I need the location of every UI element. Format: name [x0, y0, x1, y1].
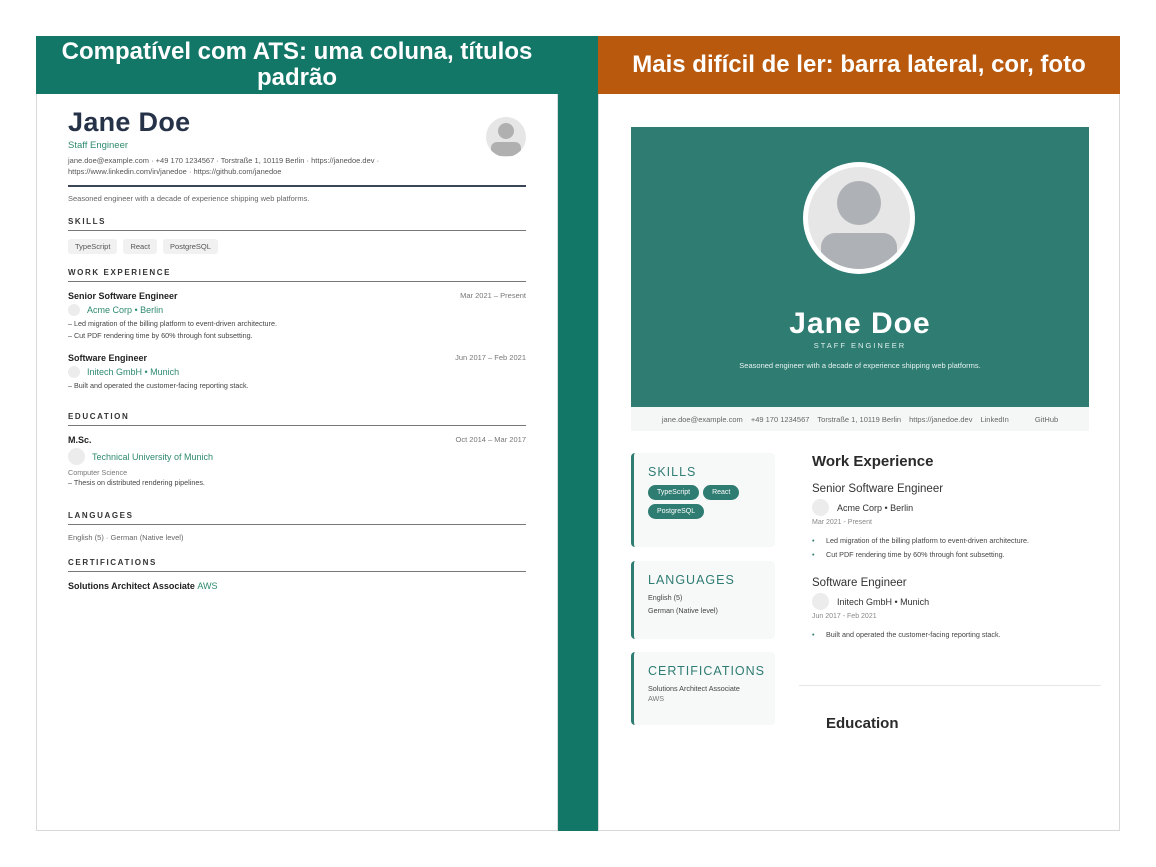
- job-title: Software Engineer: [812, 577, 907, 589]
- job-date: Jun 2017 - Feb 2021: [812, 613, 877, 620]
- contact-phone: +49 170 1234567: [750, 414, 810, 424]
- job-bullets: Led migration of the billing platform to…: [812, 536, 1102, 559]
- company-logo-icon: [812, 499, 829, 516]
- skills-pills: TypeScript React PostgreSQL: [648, 485, 761, 519]
- styled-panel-heading: Mais difícil de ler: barra lateral, cor,…: [598, 36, 1120, 94]
- panel-divider: [558, 36, 598, 831]
- section-title-skills: SKILLS: [68, 217, 526, 231]
- education-title: Education: [826, 715, 899, 732]
- education-bullet: – Thesis on distributed rendering pipeli…: [68, 478, 205, 487]
- hero-summary: Seasoned engineer with a decade of exper…: [739, 361, 981, 370]
- job-bullet: Led migration of the billing platform to…: [812, 536, 1102, 545]
- job-title: Senior Software Engineer: [812, 483, 944, 495]
- job-entry: Software Engineer Jun 2017 – Feb 2021 In…: [68, 353, 526, 390]
- job-bullets: Built and operated the customer-facing r…: [812, 630, 1102, 639]
- company-logo-icon: [68, 366, 80, 378]
- company-name: Acme Corp • Berlin: [837, 502, 914, 513]
- job-date: Jun 2017 – Feb 2021: [455, 353, 526, 362]
- contact-line-2: https://www.linkedin.com/in/janedoe · ht…: [68, 167, 282, 176]
- company-name: Initech GmbH • Munich: [87, 367, 180, 377]
- education-date: Oct 2014 – Mar 2017: [455, 435, 526, 444]
- job-entry: Software Engineer Initech GmbH • Munich …: [812, 577, 1102, 639]
- profile-photo-icon: [803, 162, 915, 274]
- job-company: Initech GmbH • Munich: [68, 366, 526, 378]
- contact-address: Torstraße 1, 10119 Berlin: [817, 414, 902, 424]
- job-bullet: Cut PDF rendering time by 60% through fo…: [812, 550, 1102, 559]
- work-experience-column: Work Experience Senior Software Engineer…: [812, 453, 1102, 639]
- job-date: Mar 2021 – Present: [460, 291, 526, 300]
- certification-name: Solutions Architect Associate: [68, 581, 195, 591]
- company-logo-icon: [68, 304, 80, 316]
- job-bullet: – Cut PDF rendering time by 60% through …: [68, 331, 253, 340]
- certification-entry: Solutions Architect Associate AWS: [68, 581, 526, 591]
- styled-resume-panel: Mais difícil de ler: barra lateral, cor,…: [598, 36, 1120, 831]
- education-field: Computer Science: [68, 468, 128, 477]
- avatar-placeholder-icon: [486, 117, 526, 157]
- resume-contact: jane.doe@example.com · +49 170 1234567 ·…: [68, 155, 428, 177]
- education-entry: M.Sc. Oct 2014 – Mar 2017 Technical Univ…: [68, 435, 526, 487]
- job-company: Acme Corp • Berlin: [68, 304, 526, 316]
- skills-list: TypeScript React PostgreSQL: [68, 239, 526, 254]
- job-bullet: – Led migration of the billing platform …: [68, 319, 277, 328]
- job-bullet: Built and operated the customer-facing r…: [812, 630, 1102, 639]
- hero-name: Jane Doe: [789, 307, 931, 340]
- ats-panel-heading: Compatível com ATS: uma coluna, títulos …: [36, 36, 558, 94]
- hero-role: STAFF ENGINEER: [813, 341, 907, 350]
- skills-card: SKILLS TypeScript React PostgreSQL: [631, 453, 775, 547]
- resume-role: Staff Engineer: [68, 140, 129, 151]
- job-bullet: – Built and operated the customer-facing…: [68, 381, 249, 390]
- skill-pill: PostgreSQL: [648, 504, 705, 519]
- company-logo-icon: [812, 593, 829, 610]
- skill-chip: React: [123, 239, 158, 254]
- resume-summary: Seasoned engineer with a decade of exper…: [68, 194, 310, 203]
- skill-chip: PostgreSQL: [163, 239, 218, 254]
- certification-issuer: AWS: [197, 581, 218, 591]
- resume-name: Jane Doe: [68, 107, 191, 137]
- ats-resume: Jane Doe Staff Engineer jane.doe@example…: [68, 107, 526, 591]
- certifications-card-title: CERTIFICATIONS: [648, 664, 766, 678]
- skill-pill: TypeScript: [648, 485, 700, 500]
- education-divider: [799, 685, 1101, 686]
- contact-github: GitHub: [1034, 414, 1059, 424]
- job-company: Initech GmbH • Munich: [812, 593, 1102, 610]
- ats-resume-panel: Compatível com ATS: uma coluna, títulos …: [36, 36, 558, 831]
- language-item: English (5): [648, 593, 683, 602]
- job-entry: Senior Software Engineer Mar 2021 – Pres…: [68, 291, 526, 340]
- languages-list: English (5) · German (Native level): [68, 533, 184, 542]
- company-name: Acme Corp • Berlin: [87, 305, 164, 315]
- certifications-card: CERTIFICATIONS Solutions Architect Assoc…: [631, 652, 775, 725]
- contact-email: jane.doe@example.com: [661, 414, 743, 424]
- job-entry: Senior Software Engineer Acme Corp • Ber…: [812, 483, 1102, 559]
- contact-bar: jane.doe@example.com +49 170 1234567 Tor…: [631, 407, 1089, 431]
- languages-card-title: LANGUAGES: [648, 573, 735, 587]
- education-school: Technical University of Munich: [68, 448, 526, 465]
- section-title-work: WORK EXPERIENCE: [68, 268, 526, 282]
- resume-hero: Jane Doe STAFF ENGINEER Seasoned enginee…: [631, 127, 1089, 407]
- languages-card: LANGUAGES English (5) German (Native lev…: [631, 561, 775, 639]
- school-name: Technical University of Munich: [92, 451, 214, 462]
- job-title: Senior Software Engineer: [68, 291, 178, 301]
- skill-pill: React: [703, 485, 740, 500]
- company-name: Initech GmbH • Munich: [837, 596, 930, 607]
- skill-chip: TypeScript: [68, 239, 118, 254]
- skills-card-title: SKILLS: [648, 465, 697, 479]
- header-divider: [68, 185, 526, 187]
- contact-website: https://janedoe.dev: [909, 414, 973, 424]
- school-logo-icon: [68, 448, 85, 465]
- contact-linkedin: LinkedIn: [980, 414, 1009, 424]
- contact-line-1: jane.doe@example.com · +49 170 1234567 ·…: [68, 156, 380, 165]
- job-date: Mar 2021 - Present: [812, 519, 872, 526]
- certification-issuer: AWS: [648, 694, 665, 703]
- section-title-education: EDUCATION: [68, 412, 526, 426]
- work-experience-title: Work Experience: [812, 453, 934, 470]
- section-title-languages: LANGUAGES: [68, 511, 526, 525]
- section-title-certifications: CERTIFICATIONS: [68, 558, 526, 572]
- certification-name: Solutions Architect Associate: [648, 684, 740, 693]
- language-item: German (Native level): [648, 606, 718, 615]
- job-company: Acme Corp • Berlin: [812, 499, 1102, 516]
